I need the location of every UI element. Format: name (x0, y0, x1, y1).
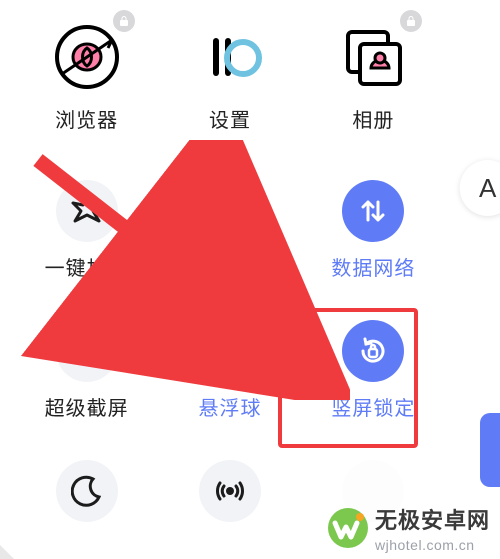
tile-settings[interactable]: 设置 (173, 20, 286, 133)
text-size-label: A (479, 173, 496, 204)
svg-text:S: S (82, 343, 91, 359)
tile-super-screenshot[interactable]: S 超级截屏 (30, 320, 143, 421)
app-row: 浏览器 设置 (0, 20, 460, 133)
scroll-handle[interactable] (480, 413, 500, 487)
lock-badge-icon (400, 10, 422, 32)
tile-gallery[interactable]: 相册 (317, 20, 430, 133)
watermark-logo-icon (327, 507, 369, 549)
lock-badge-icon (113, 10, 135, 32)
tile-dnd[interactable] (30, 460, 143, 522)
tile-mobile-data[interactable]: 数据网络 (317, 180, 430, 281)
tile-label: 振动模式 (188, 252, 272, 281)
tile-label: 一键加速 (45, 252, 129, 281)
floating-ball-icon (199, 320, 261, 382)
portrait-lock-icon (342, 320, 404, 382)
tile-label: 超级截屏 (45, 392, 129, 421)
moon-icon (56, 460, 118, 522)
tile-label: 设置 (209, 104, 251, 133)
settings-icon (193, 20, 267, 94)
watermark-url: wjhotel.com.cn (375, 537, 490, 553)
toggle-row-1: 一键加速 振动模式 数据网络 (0, 180, 460, 281)
watermark-title: 无极安卓网 (375, 503, 490, 535)
toggle-row-2: S 超级截屏 悬浮球 竖屏锁定 (0, 320, 460, 421)
tile-label: 数据网络 (331, 252, 415, 281)
tile-label: 悬浮球 (198, 392, 261, 421)
text-size-badge[interactable]: A (460, 160, 500, 216)
tile-hotspot[interactable] (173, 460, 286, 522)
tile-label: 浏览器 (55, 104, 118, 133)
browser-icon (50, 20, 124, 94)
watermark: 无极安卓网 wjhotel.com.cn (327, 503, 490, 553)
boost-icon (56, 180, 118, 242)
tile-portrait-lock[interactable]: 竖屏锁定 (317, 320, 430, 421)
vibration-icon (199, 180, 261, 242)
data-icon (342, 180, 404, 242)
tile-floating-ball[interactable]: 悬浮球 (173, 320, 286, 421)
tile-browser[interactable]: 浏览器 (30, 20, 143, 133)
lock-icon (405, 15, 417, 27)
hotspot-icon (199, 460, 261, 522)
lock-icon (118, 15, 130, 27)
tile-label: 相册 (352, 104, 394, 133)
page-corner-fold (0, 545, 14, 559)
tile-label: 竖屏锁定 (331, 392, 415, 421)
gallery-icon (336, 20, 410, 94)
quick-settings-panel: 浏览器 设置 (0, 0, 500, 559)
screenshot-icon: S (56, 320, 118, 382)
tile-vibration[interactable]: 振动模式 (173, 180, 286, 281)
tile-speed-boost[interactable]: 一键加速 (30, 180, 143, 281)
